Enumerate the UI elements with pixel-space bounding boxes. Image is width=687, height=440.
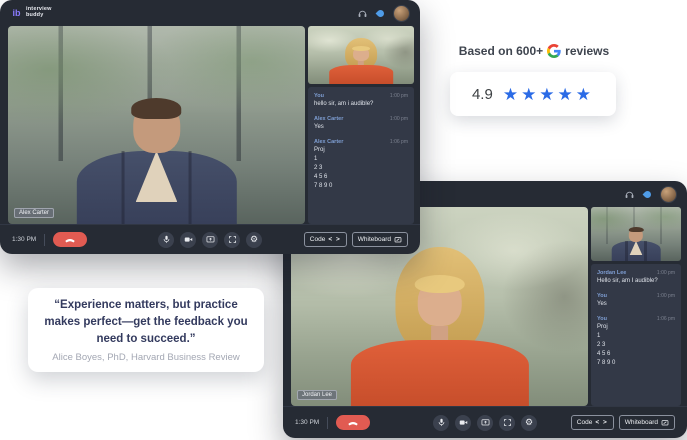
interviewbuddy-logo: ib interview buddy [10, 7, 52, 20]
chat-sender: You [597, 293, 607, 299]
chat-sender: You [314, 93, 324, 99]
mic-button[interactable] [433, 415, 449, 431]
chat-message: Alex Carter 1:00 pm Yes [314, 116, 408, 132]
settings-gear-button[interactable]: ⚙ [521, 415, 537, 431]
chat-text: hello sir, am i audible? [314, 100, 408, 109]
rating-stars: ★★★★★ [503, 86, 594, 103]
self-video-thumbnail[interactable] [591, 207, 681, 261]
chat-message: Alex Carter 1:06 pm Proj 1 2 3 4 5 6 7 8… [314, 139, 408, 191]
whiteboard-button[interactable]: Whiteboard [619, 415, 675, 430]
code-label: Code [310, 236, 326, 243]
hangup-button[interactable] [336, 415, 370, 430]
chat-time: 1:06 pm [657, 316, 675, 322]
rating-caption-suffix: reviews [565, 44, 609, 58]
hangup-button[interactable] [53, 232, 87, 247]
settings-gear-button[interactable]: ⚙ [246, 232, 262, 248]
mic-button[interactable] [158, 232, 174, 248]
headset-icon[interactable] [357, 8, 368, 19]
logo-monogram-icon: ib [10, 7, 23, 20]
call-time: 1:30 PM [295, 419, 319, 426]
whiteboard-label: Whiteboard [358, 236, 391, 243]
code-button[interactable]: Code< > [304, 232, 347, 247]
headset-icon[interactable] [624, 189, 635, 200]
interview-window-1: ib interview buddy Alex Carter [0, 0, 420, 254]
screen-share-button[interactable] [202, 232, 218, 248]
camera-button[interactable] [455, 415, 471, 431]
window2-sidebar: Jordan Lee 1:00 pm Hello sir, am I audib… [591, 207, 681, 406]
chat-sender: Jordan Lee [597, 270, 626, 276]
chat-panel[interactable]: You 1:00 pm hello sir, am i audible? Ale… [308, 87, 414, 224]
toolbar-icons: ⚙ [158, 232, 262, 248]
camera-button[interactable] [180, 232, 196, 248]
window1-sidebar: You 1:00 pm hello sir, am i audible? Ale… [308, 26, 414, 224]
testimonial-quote: “Experience matters, but practice makes … [40, 297, 252, 347]
chat-message: You 1:00 pm Yes [597, 293, 675, 309]
whiteboard-pen-icon [394, 236, 402, 244]
participant-nametag: Jordan Lee [297, 390, 337, 400]
whiteboard-label: Whiteboard [625, 419, 658, 426]
window1-body: Alex Carter You 1:00 pm hello sir, a [8, 26, 414, 224]
chat-text: Yes [314, 123, 408, 132]
participant-man [591, 207, 681, 261]
code-glyph-icon: < > [595, 419, 607, 426]
chat-text: Proj 1 2 3 4 5 6 7 8 9 0 [597, 323, 675, 368]
code-glyph-icon: < > [328, 236, 340, 243]
toolbar-icons: ⚙ [433, 415, 537, 431]
testimonial-attribution: Alice Boyes, PhD, Harvard Business Revie… [52, 352, 239, 363]
chat-text: Proj 1 2 3 4 5 6 7 8 9 0 [314, 146, 408, 191]
participant-man [8, 26, 305, 224]
divider [327, 417, 328, 429]
window1-header: ib interview buddy [0, 0, 420, 26]
testimonial-card: “Experience matters, but practice makes … [28, 288, 264, 372]
code-label: Code [577, 419, 593, 426]
rating-card: 4.9 ★★★★★ [450, 72, 616, 116]
chat-message: You 1:06 pm Proj 1 2 3 4 5 6 7 8 9 0 [597, 316, 675, 368]
user-avatar[interactable] [393, 5, 410, 22]
participant-woman [308, 26, 414, 84]
rating-caption-prefix: Based on 600+ [459, 44, 543, 58]
whiteboard-button[interactable]: Whiteboard [352, 232, 408, 247]
chat-sender: Alex Carter [314, 139, 343, 145]
chat-time: 1:00 pm [657, 293, 675, 299]
chat-sender: You [597, 316, 607, 322]
google-logo-icon [547, 44, 561, 58]
call-time: 1:30 PM [12, 236, 36, 243]
self-video-thumbnail[interactable] [308, 26, 414, 84]
chat-message: Jordan Lee 1:00 pm Hello sir, am I audib… [597, 270, 675, 286]
chat-time: 1:06 pm [390, 139, 408, 145]
main-video-alex: Alex Carter [8, 26, 305, 224]
user-avatar[interactable] [660, 186, 677, 203]
call-toolbar: 1:30 PM ⚙ Code< > Whiteboard [0, 224, 420, 254]
drop-icon[interactable] [375, 8, 386, 19]
screen-share-button[interactable] [477, 415, 493, 431]
chat-sender: Alex Carter [314, 116, 343, 122]
chat-panel[interactable]: Jordan Lee 1:00 pm Hello sir, am I audib… [591, 264, 681, 406]
participant-nametag: Alex Carter [14, 208, 54, 218]
logo-line2: buddy [26, 13, 52, 19]
chat-time: 1:00 pm [390, 116, 408, 122]
chat-time: 1:00 pm [657, 270, 675, 276]
chat-message: You 1:00 pm hello sir, am i audible? [314, 93, 408, 109]
fullscreen-button[interactable] [224, 232, 240, 248]
fullscreen-button[interactable] [499, 415, 515, 431]
chat-text: Yes [597, 300, 675, 309]
rating-score: 4.9 [472, 86, 493, 103]
call-toolbar: 1:30 PM ⚙ Code< > Whiteboard [283, 406, 687, 438]
whiteboard-pen-icon [661, 419, 669, 427]
drop-icon[interactable] [642, 189, 653, 200]
code-button[interactable]: Code< > [571, 415, 614, 430]
chat-text: Hello sir, am I audible? [597, 277, 675, 286]
rating-caption: Based on 600+ reviews [450, 44, 618, 58]
divider [44, 234, 45, 246]
marketing-composite: Jordan Lee Jordan Lee 1:00 pm Hello [0, 0, 687, 440]
chat-time: 1:00 pm [390, 93, 408, 99]
